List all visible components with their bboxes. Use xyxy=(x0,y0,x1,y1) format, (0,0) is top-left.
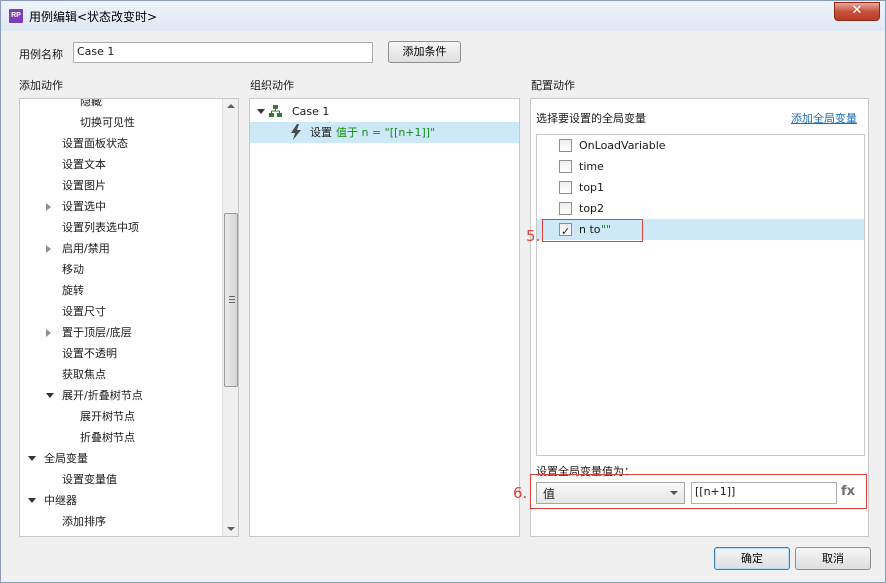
action-tree-item-label: 折叠树节点 xyxy=(80,431,135,444)
action-tree-item-label: 中继器 xyxy=(44,494,77,507)
collapse-arrow-icon[interactable] xyxy=(46,393,54,398)
action-tree-item-label: 隐藏 xyxy=(80,98,102,108)
action-detail: 值于 n = "[[n+1]]" xyxy=(336,126,436,139)
action-tree-item-label: 置于顶层/底层 xyxy=(62,326,132,339)
action-tree-item[interactable]: 展开树节点 xyxy=(20,406,220,427)
axure-rp-icon: RP xyxy=(9,9,23,23)
expand-arrow-icon[interactable] xyxy=(46,203,51,211)
action-tree-item-label: 添加排序 xyxy=(62,515,106,528)
variable-name: top1 xyxy=(579,181,605,194)
add-global-variable-link[interactable]: 添加全局变量 xyxy=(791,110,857,126)
close-icon: ✕ xyxy=(851,3,863,18)
action-tree-item[interactable]: 获取焦点 xyxy=(20,364,220,385)
case-name-label: 用例名称 xyxy=(19,48,63,61)
action-tree-item-label: 设置变量值 xyxy=(62,473,117,486)
action-tree-item-label: 设置文本 xyxy=(62,158,106,171)
variable-checkbox[interactable] xyxy=(559,181,572,194)
action-tree-item[interactable]: 置于顶层/底层 xyxy=(20,322,220,343)
expand-arrow-icon[interactable] xyxy=(46,329,51,337)
variable-list: OnLoadVariabletimetop1top2n to"" xyxy=(536,134,865,456)
cancel-button[interactable]: 取消 xyxy=(795,547,871,570)
action-tree-item-label: 切换可见性 xyxy=(80,116,135,129)
variable-name: top2 xyxy=(579,202,605,215)
add-condition-button[interactable]: 添加条件 xyxy=(388,41,461,63)
grip-line xyxy=(229,302,235,303)
action-tree-item[interactable]: 隐藏 xyxy=(20,98,220,112)
action-tree-item[interactable]: 切换可见性 xyxy=(20,112,220,133)
action-tree-item[interactable]: 设置列表选中项 xyxy=(20,217,220,238)
collapse-arrow-icon[interactable] xyxy=(28,498,36,503)
scroll-thumb[interactable] xyxy=(224,213,238,387)
action-tree-item-label: 展开/折叠树节点 xyxy=(62,389,143,402)
action-row[interactable]: 设置 值于 n = "[[n+1]]" xyxy=(250,122,519,143)
action-tree-item-label: 设置图片 xyxy=(62,179,106,192)
collapse-arrow-icon[interactable] xyxy=(28,456,36,461)
case-tree-icon xyxy=(269,105,282,117)
action-tree-item-label: 移动 xyxy=(62,263,84,276)
add-actions-tree: 隐藏切换可见性设置面板状态 设置文本设置图片设置选中设置列表选中项 启用/禁用移动旋… xyxy=(19,98,239,537)
action-tree-item-label: 设置选中 xyxy=(62,200,106,213)
select-variable-label: 选择要设置的全局变量 xyxy=(536,112,646,125)
ok-button[interactable]: 确定 xyxy=(714,547,790,570)
action-tree-item[interactable]: 折叠树节点 xyxy=(20,427,220,448)
action-tree-item[interactable]: 添加排序 xyxy=(20,511,220,532)
add-actions-heading: 添加动作 xyxy=(19,79,63,92)
action-tree-item[interactable]: 设置尺寸 xyxy=(20,301,220,322)
organize-actions-heading: 组织动作 xyxy=(250,79,294,92)
add-actions-scrollbar[interactable] xyxy=(222,99,238,536)
variable-row[interactable]: top1 xyxy=(537,177,864,198)
grip-line xyxy=(229,296,235,297)
action-tree-item-label: 启用/禁用 xyxy=(62,242,110,255)
dialog-window: RP 用例编辑<状态改变时> ✕ 用例名称 Case 1 添加条件 添加动作 组… xyxy=(0,0,886,583)
action-tree-item-label: 设置面板状态 xyxy=(62,137,128,150)
configure-actions-heading: 配置动作 xyxy=(531,79,575,92)
organize-actions-tree: Case 1 设置 值于 n = "[[n+1]]" xyxy=(249,98,520,537)
annotation-box-6 xyxy=(530,474,867,509)
case-name-input[interactable]: Case 1 xyxy=(73,42,373,63)
variable-row[interactable]: time xyxy=(537,156,864,177)
action-tree-item[interactable]: 设置不透明 xyxy=(20,343,220,364)
action-tree-item-label: 展开树节点 xyxy=(80,410,135,423)
action-tree-item[interactable]: 展开/折叠树节点 xyxy=(20,385,220,406)
action-tree-item[interactable]: 设置变量值 xyxy=(20,469,220,490)
action-tree-item[interactable]: 设置面板状态 xyxy=(20,133,220,154)
variable-name: OnLoadVariable xyxy=(579,139,666,152)
action-prefix: 设置 xyxy=(310,126,332,139)
action-tree-item[interactable]: 移动 xyxy=(20,259,220,280)
variable-checkbox[interactable] xyxy=(559,160,572,173)
annotation-box-5 xyxy=(542,219,643,242)
action-tree-item[interactable]: 启用/禁用 xyxy=(20,238,220,259)
variable-row[interactable]: top2 xyxy=(537,198,864,219)
action-tree-item[interactable]: 全局变量 xyxy=(20,448,220,469)
expand-arrow-icon[interactable] xyxy=(46,245,51,253)
scroll-up-icon[interactable] xyxy=(227,104,235,108)
action-tree-item[interactable]: 中继器 xyxy=(20,490,220,511)
action-tree-item-label: 设置列表选中项 xyxy=(62,221,139,234)
window-title: 用例编辑<状态改变时> xyxy=(29,10,158,24)
case-row[interactable]: Case 1 xyxy=(250,101,519,122)
action-tree-item[interactable]: 旋转 xyxy=(20,280,220,301)
title-bar[interactable]: RP 用例编辑<状态改变时> ✕ xyxy=(1,1,885,31)
variable-row[interactable]: OnLoadVariable xyxy=(537,135,864,156)
action-tree-item[interactable]: 设置文本 xyxy=(20,154,220,175)
variable-name: time xyxy=(579,160,604,173)
case-label: Case 1 xyxy=(292,105,330,118)
variable-checkbox[interactable] xyxy=(559,139,572,152)
annotation-step6: 6. xyxy=(513,484,528,502)
action-tree-item-label: 设置不透明 xyxy=(62,347,117,360)
action-tree-item-label: 设置尺寸 xyxy=(62,305,106,318)
configure-actions-panel: 选择要设置的全局变量 添加全局变量 OnLoadVariable time top1… xyxy=(530,98,869,537)
grip-line xyxy=(229,299,235,300)
lightning-icon xyxy=(291,124,301,140)
annotation-step5: 5. xyxy=(526,227,541,245)
action-tree-item-label: 获取焦点 xyxy=(62,368,106,381)
scroll-down-icon[interactable] xyxy=(227,527,235,531)
action-tree-item[interactable]: 设置选中 xyxy=(20,196,220,217)
close-button[interactable]: ✕ xyxy=(834,2,880,21)
action-tree-item-label: 全局变量 xyxy=(44,452,88,465)
variable-checkbox[interactable] xyxy=(559,202,572,215)
expand-icon[interactable] xyxy=(257,109,265,114)
action-tree-item[interactable]: 设置图片 xyxy=(20,175,220,196)
action-tree-item-label: 旋转 xyxy=(62,284,84,297)
